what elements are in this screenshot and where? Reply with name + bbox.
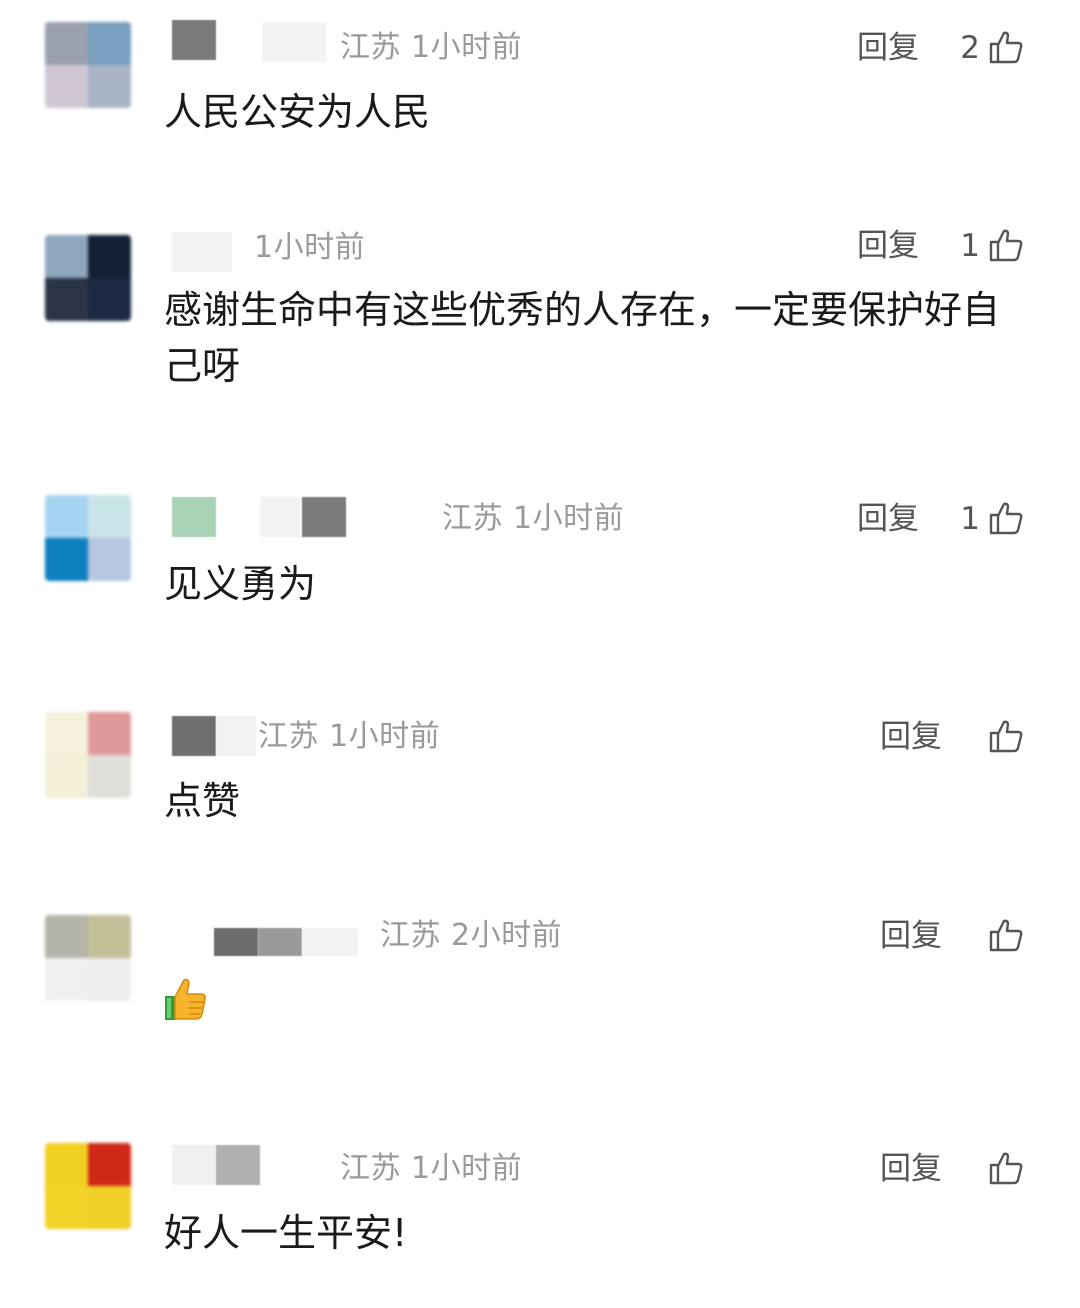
avatar-tile: [45, 1143, 88, 1186]
comment-text: 感谢生命中有这些优秀的人存在，一定要保护好自己呀: [164, 288, 1001, 388]
reply-button[interactable]: 回复: [857, 499, 919, 539]
location: 江苏: [258, 719, 319, 754]
username-redacted: [302, 928, 358, 956]
thumbs-up-icon[interactable]: [988, 29, 1024, 65]
thumbs-up-emoji-icon: [165, 978, 206, 1020]
thumbs-up-icon[interactable]: [988, 500, 1024, 536]
avatar[interactable]: [45, 495, 131, 581]
username-redacted: [260, 497, 300, 537]
username-redacted[interactable]: [214, 928, 258, 956]
timestamp: 2小时前: [451, 918, 563, 953]
comment-text: 好人一生平安!: [164, 1211, 408, 1255]
avatar[interactable]: [45, 235, 131, 321]
avatar-tile: [45, 755, 88, 798]
username-redacted: [258, 928, 302, 956]
location: 江苏: [340, 1151, 401, 1186]
username-redacted[interactable]: [172, 716, 216, 756]
timestamp: 1小时前: [411, 30, 523, 65]
avatar-tile: [88, 958, 131, 1001]
like-count: 2: [960, 30, 980, 66]
username-redacted[interactable]: [172, 1145, 216, 1185]
avatar-tile: [45, 65, 88, 108]
reply-button[interactable]: 回复: [857, 28, 919, 68]
thumbs-up-icon[interactable]: [988, 1150, 1024, 1186]
reply-button[interactable]: 回复: [880, 717, 942, 757]
comment-meta: 江苏 1小时前: [340, 1149, 522, 1189]
reply-button[interactable]: 回复: [880, 916, 942, 956]
avatar-tile: [88, 22, 131, 65]
location: 江苏: [380, 918, 441, 953]
username-redacted[interactable]: [172, 20, 216, 60]
avatar[interactable]: [45, 1143, 131, 1229]
avatar-tile: [88, 755, 131, 798]
avatar-tile: [45, 712, 88, 755]
thumbs-up-icon[interactable]: [988, 917, 1024, 953]
thumbs-up-icon[interactable]: [988, 227, 1024, 263]
username-redacted[interactable]: [172, 497, 216, 537]
avatar[interactable]: [45, 712, 131, 798]
timestamp: 1小时前: [254, 230, 366, 265]
avatar-tile: [45, 278, 88, 321]
avatar-tile: [45, 22, 88, 65]
comment-meta: 江苏 1小时前: [340, 28, 522, 68]
avatar-tile: [88, 538, 131, 581]
avatar-tile: [45, 538, 88, 581]
username-redacted: [216, 716, 256, 756]
avatar-tile: [88, 495, 131, 538]
username-redacted: [262, 22, 326, 62]
avatar-tile: [45, 958, 88, 1001]
avatar-tile: [88, 235, 131, 278]
like-count: 1: [960, 228, 980, 264]
avatar-tile: [88, 712, 131, 755]
avatar-tile: [88, 915, 131, 958]
avatar-tile: [88, 278, 131, 321]
comment-meta: 1小时前: [254, 228, 365, 268]
avatar-tile: [45, 235, 88, 278]
username-redacted: [302, 497, 346, 537]
avatar-tile: [45, 915, 88, 958]
timestamp: 1小时前: [411, 1151, 523, 1186]
avatar[interactable]: [45, 22, 131, 108]
comment-meta: 江苏 2小时前: [380, 916, 562, 956]
avatar-tile: [88, 65, 131, 108]
avatar[interactable]: [45, 915, 131, 1001]
comment-meta: 江苏 1小时前: [258, 717, 440, 757]
comment-text: 人民公安为人民: [164, 90, 431, 134]
username-redacted: [216, 1145, 260, 1185]
thumbs-up-icon[interactable]: [988, 718, 1024, 754]
timestamp: 1小时前: [513, 501, 625, 536]
location: 江苏: [340, 30, 401, 65]
comment-text: 见义勇为: [164, 562, 317, 606]
timestamp: 1小时前: [329, 719, 441, 754]
avatar-tile: [45, 495, 88, 538]
avatar-tile: [45, 1186, 88, 1229]
avatar-tile: [88, 1143, 131, 1186]
reply-button[interactable]: 回复: [857, 226, 919, 266]
comment-text: 点赞: [164, 779, 241, 823]
avatar-tile: [88, 1186, 131, 1229]
reply-button[interactable]: 回复: [880, 1149, 942, 1189]
like-count: 1: [960, 501, 980, 537]
location: 江苏: [442, 501, 503, 536]
username-redacted[interactable]: [172, 232, 232, 272]
comment-meta: 江苏 1小时前: [442, 499, 624, 539]
